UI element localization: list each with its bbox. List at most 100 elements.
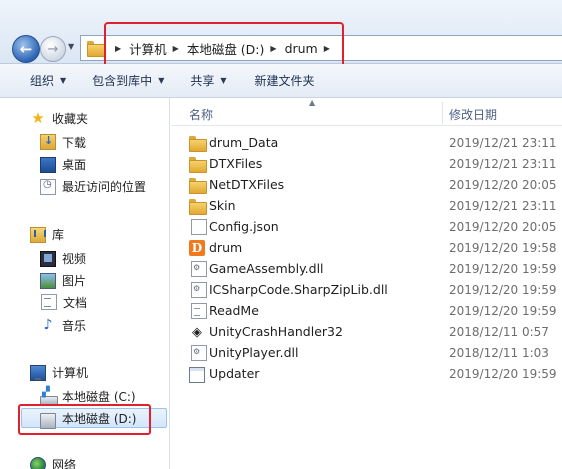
nav-pictures[interactable]: 图片 (40, 270, 86, 290)
new-folder-button[interactable]: 新建文件夹 (249, 69, 321, 93)
file-name: UnityPlayer.dll (209, 345, 299, 360)
nav-label: 网络 (52, 457, 77, 469)
nav-label: 桌面 (62, 157, 87, 172)
file-row[interactable]: Config.json 2019/12/20 20:05 (171, 216, 562, 237)
file-name: Skin (209, 198, 236, 213)
nav-label: 下载 (62, 135, 87, 150)
highlight-box-address (104, 22, 344, 69)
organize-label: 组织 (30, 74, 55, 88)
file-row[interactable]: D drum 2019/12/20 19:58 (171, 237, 562, 258)
back-button[interactable]: ← (12, 35, 40, 63)
folder-icon (189, 157, 207, 173)
file-name: GameAssembly.dll (209, 261, 324, 276)
file-name: drum (209, 240, 243, 255)
file-row[interactable]: GameAssembly.dll 2019/12/20 19:59 (171, 258, 562, 279)
nav-label: 计算机 (52, 365, 89, 380)
computer-icon (30, 364, 46, 381)
folder-icon (189, 178, 207, 194)
exe-icon (189, 367, 205, 383)
nav-downloads[interactable]: 下载 (40, 132, 86, 152)
nav-videos[interactable]: 视频 (40, 248, 86, 268)
desktop-icon (40, 157, 56, 173)
nav-drive-c[interactable]: 本地磁盘 (C:) (40, 386, 136, 406)
text-file-icon (191, 303, 207, 319)
column-divider[interactable] (442, 102, 443, 124)
nav-label: 收藏夹 (52, 111, 89, 126)
file-name: DTXFiles (209, 156, 263, 171)
pictures-icon (40, 272, 56, 289)
drum-app-icon: D (189, 240, 205, 256)
file-row[interactable]: NetDTXFiles 2019/12/20 20:05 (171, 174, 562, 195)
file-date: 2019/12/20 19:59 (449, 367, 557, 381)
file-date: 2018/12/11 0:57 (449, 325, 549, 339)
file-icon (191, 219, 207, 235)
chevron-down-icon: ▼ (220, 76, 227, 85)
column-header-name[interactable]: 名称 (189, 106, 213, 123)
file-date: 2019/12/20 20:05 (449, 178, 557, 192)
network-icon (30, 456, 46, 469)
file-date: 2019/12/20 20:05 (449, 220, 557, 234)
nav-documents[interactable]: 文档 (40, 292, 87, 312)
nav-recent-places[interactable]: 最近访问的位置 (40, 176, 146, 196)
dll-icon (191, 261, 207, 277)
share-label: 共享 (190, 74, 215, 88)
file-name: UnityCrashHandler32 (209, 324, 343, 339)
star-icon: ★ (31, 109, 45, 127)
recent-places-icon (40, 178, 56, 195)
column-header-row: ▲ 名称 修改日期 (171, 98, 562, 126)
nav-network[interactable]: 网络 (30, 454, 76, 469)
nav-computer[interactable]: 计算机 (30, 362, 88, 382)
folder-icon (189, 136, 207, 152)
folder-icon (87, 41, 105, 57)
include-in-library-button[interactable]: 包含到库中 ▼ (86, 69, 170, 93)
file-row[interactable]: Skin 2019/12/21 23:11 (171, 195, 562, 216)
file-row[interactable]: ReadMe 2019/12/20 19:59 (171, 300, 562, 321)
nav-label: 最近访问的位置 (62, 179, 147, 194)
nav-label: 文档 (63, 295, 88, 310)
file-row[interactable]: drum_Data 2019/12/21 23:11 (171, 132, 562, 153)
file-date: 2019/12/20 19:58 (449, 241, 557, 255)
file-row[interactable]: ◈ UnityCrashHandler32 2018/12/11 0:57 (171, 321, 562, 342)
nav-label: 视频 (62, 251, 87, 266)
nav-music[interactable]: ♪ 音乐 (40, 315, 86, 335)
share-button[interactable]: 共享 ▼ (184, 69, 232, 93)
file-date: 2019/12/21 23:11 (449, 199, 557, 213)
column-header-date-modified[interactable]: 修改日期 (449, 106, 497, 123)
file-date: 2019/12/21 23:11 (449, 157, 557, 171)
command-bar: 组织 ▼ 包含到库中 ▼ 共享 ▼ 新建文件夹 (0, 64, 562, 98)
file-row[interactable]: ICSharpCode.SharpZipLib.dll 2019/12/20 1… (171, 279, 562, 300)
file-name: Updater (209, 366, 260, 381)
music-note-icon: ♪ (43, 317, 53, 333)
forward-button[interactable]: → (40, 36, 66, 62)
organize-button[interactable]: 组织 ▼ (24, 69, 72, 93)
file-date: 2019/12/21 23:11 (449, 136, 557, 150)
nav-label: 本地磁盘 (C:) (62, 389, 136, 404)
file-list: ▲ 名称 修改日期 drum_Data 2019/12/21 23:11 DTX… (171, 98, 562, 469)
file-name: Config.json (209, 219, 279, 234)
file-name: ReadMe (209, 303, 259, 318)
dll-icon (191, 282, 207, 298)
chevron-down-icon: ▼ (158, 76, 165, 85)
unity-icon: ◈ (192, 324, 202, 340)
file-date: 2019/12/20 19:59 (449, 262, 557, 276)
file-name: drum_Data (209, 135, 279, 150)
dll-icon (191, 345, 207, 361)
file-row[interactable]: DTXFiles 2019/12/21 23:11 (171, 153, 562, 174)
file-row[interactable]: UnityPlayer.dll 2018/12/11 1:03 (171, 342, 562, 363)
arrow-right-icon: → (47, 41, 59, 57)
file-name: NetDTXFiles (209, 177, 285, 192)
highlight-box-drive (18, 404, 151, 435)
file-row[interactable]: Updater 2019/12/20 19:59 (171, 363, 562, 384)
nav-label: 图片 (62, 273, 87, 288)
new-folder-label: 新建文件夹 (254, 74, 315, 88)
nav-desktop[interactable]: 桌面 (40, 154, 86, 174)
recent-pages-dropdown-icon[interactable]: ▼ (68, 42, 74, 51)
chevron-down-icon: ▼ (60, 76, 67, 85)
video-icon (40, 250, 56, 267)
document-icon (41, 294, 57, 310)
file-name: ICSharpCode.SharpZipLib.dll (209, 282, 388, 297)
nav-libraries[interactable]: 库 (30, 224, 64, 244)
nav-favorites[interactable]: ★ 收藏夹 (30, 108, 88, 128)
system-drive-icon (40, 387, 58, 405)
library-icon (30, 226, 46, 243)
